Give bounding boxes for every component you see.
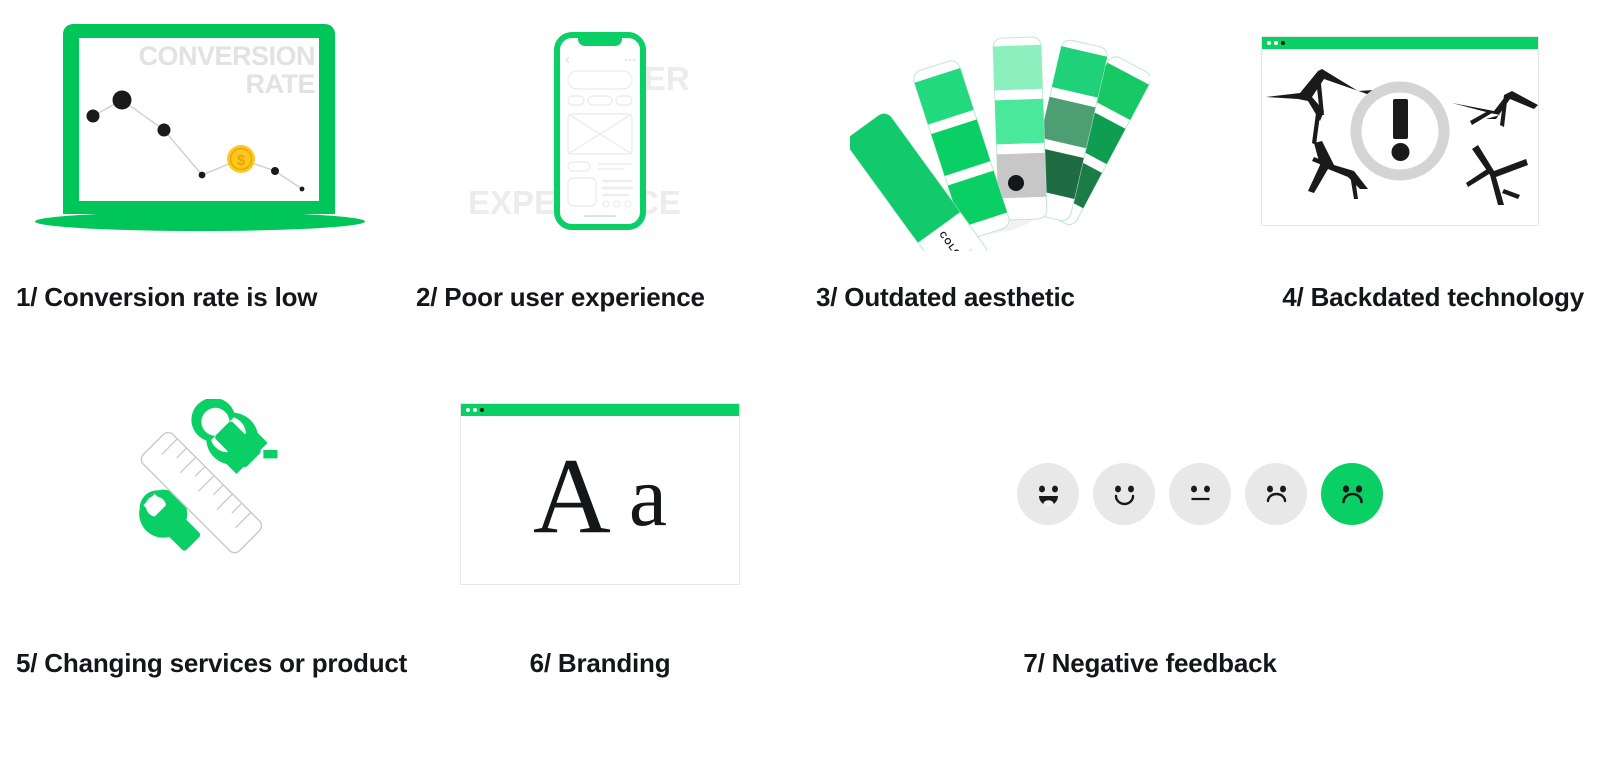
phone-wireframe-content	[565, 56, 636, 217]
warning-dot	[1391, 143, 1410, 161]
window-dot-3-icon	[480, 408, 484, 412]
face-happy[interactable]	[1093, 463, 1155, 525]
coin-marker: $	[227, 144, 255, 173]
item-card-6-branding: A a 6/ Branding	[400, 360, 800, 720]
window-dot-1-icon	[466, 408, 470, 412]
face-sad[interactable]	[1245, 463, 1307, 525]
item-card-3-outdated-aesthetic: COLOR 3/ Outdated aesthetic	[800, 0, 1200, 340]
broken-browser-window-warning-icon	[1200, 0, 1600, 262]
window-dot-2-icon	[1274, 41, 1278, 45]
cracked-glass-graphic	[1266, 69, 1538, 205]
swatch-pin-dot	[1008, 175, 1024, 191]
color-swatch-fan-icon: COLOR	[800, 0, 1200, 282]
item-card-7-negative-feedback: 7/ Negative feedback	[800, 360, 1600, 720]
item-caption-3: 3/ Outdated aesthetic	[816, 282, 1075, 312]
item-caption-5: 5/ Changing services or product	[16, 648, 408, 678]
typography-browser-window-icon: A a	[400, 360, 800, 628]
laptop-base	[35, 211, 365, 231]
glyph-uppercase-a: A	[532, 437, 611, 557]
face-rating-group[interactable]	[1017, 463, 1383, 525]
face-very-sad-selected[interactable]	[1321, 463, 1383, 525]
window-dot-3-icon	[1281, 41, 1285, 45]
item-card-2-poor-ux: USER EXPERIENCE	[400, 0, 800, 340]
swatch-fan: COLOR	[847, 36, 1151, 282]
phone-notch	[578, 37, 622, 46]
infographic-row-top: CONVERSION RATE $ 1/ Conversion rate is …	[0, 0, 1600, 340]
face-neutral[interactable]	[1169, 463, 1231, 525]
item-caption-4: 4/ Backdated technology	[1282, 282, 1584, 312]
ruler-and-wrench-icon	[0, 360, 400, 628]
browser-titlebar	[1262, 37, 1538, 49]
very-sad-face-icon	[1342, 485, 1363, 504]
neutral-face-icon	[1191, 485, 1210, 501]
item-card-5-changing-services: 5/ Changing services or product	[0, 360, 408, 720]
browser-window-typography: A a	[460, 403, 740, 585]
item-card-1-conversion-rate: CONVERSION RATE $ 1/ Conversion rate is …	[0, 0, 400, 340]
phone-device	[554, 32, 646, 230]
tools-graphic	[138, 397, 278, 554]
laptop-declining-chart-icon: CONVERSION RATE $	[0, 0, 400, 262]
browser-window-cracked	[1261, 36, 1539, 226]
item-caption-1: 1/ Conversion rate is low	[16, 282, 318, 312]
very-happy-face-icon	[1039, 485, 1058, 507]
item-card-4-backdated-technology: 4/ Backdated technology	[1200, 0, 1600, 340]
face-very-happy[interactable]	[1017, 463, 1079, 525]
happy-face-icon	[1114, 485, 1135, 506]
infographic-row-bottom: 5/ Changing services or product A a 6/ B…	[0, 360, 1600, 720]
declining-line-chart: $	[86, 90, 305, 191]
window-dot-2-icon	[473, 408, 477, 412]
item-caption-6: 6/ Branding	[529, 648, 671, 678]
laptop-screen-content: CONVERSION RATE $	[79, 37, 319, 201]
item-caption-7: 7/ Negative feedback	[1023, 648, 1277, 678]
infographic-canvas: CONVERSION RATE $ 1/ Conversion rate is …	[0, 0, 1600, 772]
browser-titlebar-typography	[461, 404, 739, 416]
item-caption-2: 2/ Poor user experience	[416, 282, 705, 312]
emoji-rating-scale-icon	[800, 360, 1600, 628]
glyph-lowercase-a: a	[628, 448, 668, 545]
sad-face-icon	[1266, 485, 1287, 503]
window-dot-1-icon	[1267, 41, 1271, 45]
warning-bar	[1393, 99, 1408, 139]
smartphone-wireframe-icon: USER EXPERIENCE	[400, 0, 800, 262]
coin-dollar-symbol: $	[237, 152, 246, 169]
